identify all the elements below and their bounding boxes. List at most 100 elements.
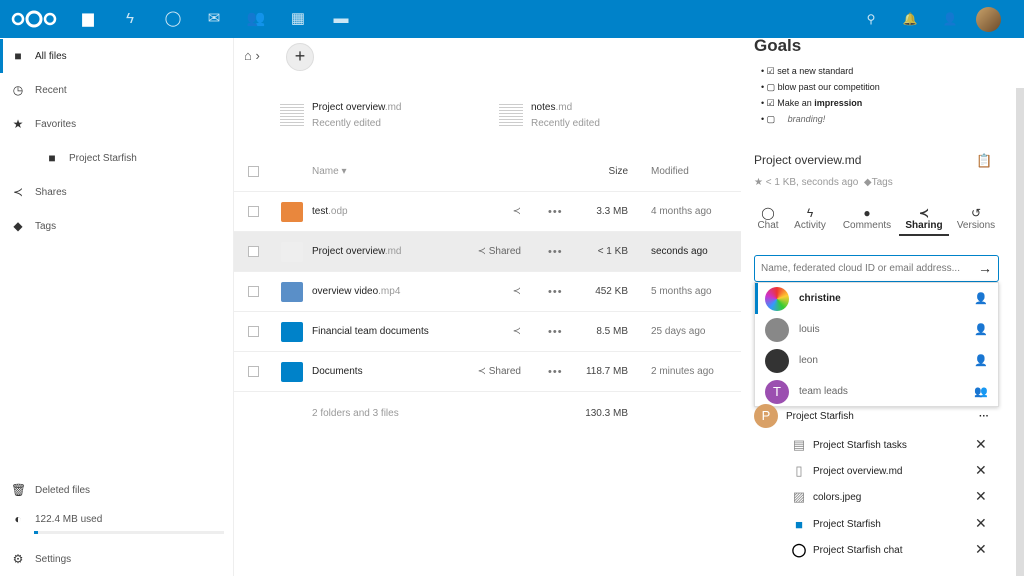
resource-item[interactable]: ■ Project Starfish [791, 514, 881, 534]
preview-heading: Goals [754, 36, 802, 55]
close-icon[interactable]: ✕ [975, 488, 987, 505]
tags-link[interactable]: Tags [872, 177, 893, 188]
file-thumbnail [280, 102, 304, 126]
share-button[interactable]: ≺ Shared [478, 366, 521, 377]
checklist-item: • ☑ set a new standard [761, 66, 854, 76]
resource-item[interactable]: ◯ Project Starfish chat [791, 540, 903, 560]
scrollbar[interactable] [1016, 88, 1024, 576]
row-checkbox[interactable] [248, 246, 259, 257]
name-column-header[interactable]: Name ▾ [312, 166, 347, 177]
star-icon[interactable]: ★ [754, 177, 763, 188]
more-icon[interactable]: ••• [548, 246, 563, 258]
talk-icon[interactable]: ◯ [163, 9, 183, 29]
talk-icon: ◯ [791, 542, 807, 557]
resource-item[interactable]: ▨ colors.jpeg [791, 487, 862, 507]
more-icon[interactable]: ••• [548, 206, 563, 218]
resource-item[interactable]: ▤ Project Starfish tasks [791, 435, 907, 455]
share-icon: ≺ [12, 185, 24, 199]
recent-file[interactable]: notes.md Recently edited [499, 100, 600, 132]
user-icon: 👤 [974, 324, 988, 336]
close-icon[interactable]: ✕ [975, 436, 987, 453]
share-icon: ≺ [477, 366, 486, 377]
notifications-icon[interactable]: 🔔 [900, 9, 920, 29]
more-icon[interactable]: ••• [548, 286, 563, 298]
size-column-header[interactable]: Size [609, 166, 628, 177]
suggestion-item[interactable]: leon 👤 [755, 345, 998, 376]
file-name[interactable]: test.odp [312, 206, 348, 217]
suggestion-item[interactable]: Tteam leads 👥 [755, 376, 998, 407]
deck-icon[interactable]: ▬ [331, 9, 351, 29]
tab-activity[interactable]: ϟ Activity [785, 206, 835, 231]
row-checkbox[interactable] [248, 366, 259, 377]
nextcloud-logo[interactable] [10, 10, 58, 28]
share-button[interactable]: ≺ Shared [478, 246, 521, 257]
user-avatar[interactable] [976, 7, 1001, 32]
gear-icon: ⚙ [12, 552, 24, 566]
suggestion-item[interactable]: louis 👤 [755, 314, 998, 345]
summary-row: 2 folders and 3 files 130.3 MB [312, 407, 628, 419]
sidebar-item-shares[interactable]: ≺ Shares [0, 175, 233, 209]
table-row[interactable]: Financial team documents ≺ ••• 8.5 MB 25… [234, 312, 741, 352]
file-name[interactable]: Project overview.md [312, 246, 401, 257]
arrow-right-icon[interactable]: → [978, 256, 992, 281]
contacts-menu-icon[interactable]: 👤 [940, 9, 960, 29]
suggestion-item[interactable]: christine 👤 [755, 283, 998, 314]
checklist-item: • ▢ branding! [761, 114, 826, 124]
file-meta: ★ < 1 KB, seconds ago ◆Tags [754, 177, 893, 188]
more-icon[interactable]: ··· [979, 411, 989, 422]
sidebar-item-project-starfish[interactable]: ■ Project Starfish [0, 141, 233, 175]
files-icon[interactable]: ▆ [78, 9, 98, 29]
mail-icon[interactable]: ✉ [204, 9, 224, 29]
tab-versions[interactable]: ↺ Versions [951, 206, 1001, 231]
share-input[interactable]: Name, federated cloud ID or email addres… [754, 255, 999, 282]
activity-icon: ϟ [806, 206, 814, 220]
calendar-icon[interactable]: ▦ [288, 9, 308, 29]
close-icon[interactable]: ✕ [975, 462, 987, 479]
table-row[interactable]: Project overview.md ≺ Shared ••• < 1 KB … [234, 232, 741, 272]
sidebar-item-recent[interactable]: ◷ Recent [0, 73, 233, 107]
contacts-icon[interactable]: 👥 [246, 9, 266, 29]
select-all-checkbox[interactable] [248, 166, 259, 177]
tab-sharing[interactable]: ≺ Sharing [899, 206, 949, 236]
file-name[interactable]: overview video.mp4 [312, 286, 400, 297]
new-button[interactable]: + [286, 43, 314, 71]
user-icon: 👤 [974, 355, 988, 367]
share-button[interactable]: ≺ [513, 326, 521, 337]
close-icon[interactable]: ✕ [975, 541, 987, 558]
row-checkbox[interactable] [248, 326, 259, 337]
table-row[interactable]: Documents ≺ Shared ••• 118.7 MB 2 minute… [234, 352, 741, 392]
file-name[interactable]: Financial team documents [312, 326, 429, 337]
table-row[interactable]: test.odp ≺ ••• 3.3 MB 4 months ago [234, 192, 741, 232]
user-icon: 👤 [974, 293, 988, 305]
table-row[interactable]: overview video.mp4 ≺ ••• 452 KB 5 months… [234, 272, 741, 312]
recent-file[interactable]: Project overview.md Recently edited [280, 100, 401, 132]
more-icon[interactable]: ••• [548, 366, 563, 378]
table-header: Name ▾ Size Modified [234, 152, 741, 192]
sidebar-item-all-files[interactable]: ■ All files [0, 39, 233, 73]
share-button[interactable]: ≺ [513, 206, 521, 217]
preview-checklist: • ☑ set a new standard • ▢ blow past our… [761, 63, 880, 127]
activity-icon[interactable]: ϟ [120, 9, 140, 29]
file-icon: ▯ [795, 463, 803, 478]
tab-comments[interactable]: ● Comments [841, 206, 893, 231]
avatar [765, 348, 789, 373]
file-name[interactable]: Documents [312, 366, 363, 377]
modified-column-header[interactable]: Modified [651, 166, 689, 177]
close-icon[interactable]: ✕ [975, 515, 987, 532]
clock-icon: ◷ [12, 83, 24, 97]
tag-icon: ◆ [863, 177, 872, 188]
tag-icon: ◆ [13, 219, 23, 233]
search-icon[interactable]: ⚲ [861, 9, 881, 29]
settings[interactable]: ⚙ Settings [0, 542, 233, 576]
more-icon[interactable]: ••• [548, 326, 563, 338]
history-icon: ↺ [970, 206, 982, 220]
sidebar-item-tags[interactable]: ◆ Tags [0, 209, 233, 243]
resource-item[interactable]: ▯ Project overview.md [791, 461, 902, 481]
row-checkbox[interactable] [248, 286, 259, 297]
circle-share: P Project Starfish ··· [754, 404, 999, 428]
sidebar-item-favorites[interactable]: ★ Favorites [0, 107, 233, 141]
share-button[interactable]: ≺ [513, 286, 521, 297]
home-icon[interactable]: ⌂ › [244, 48, 260, 63]
row-checkbox[interactable] [248, 206, 259, 217]
clipboard-icon[interactable]: 📋 [976, 153, 992, 169]
